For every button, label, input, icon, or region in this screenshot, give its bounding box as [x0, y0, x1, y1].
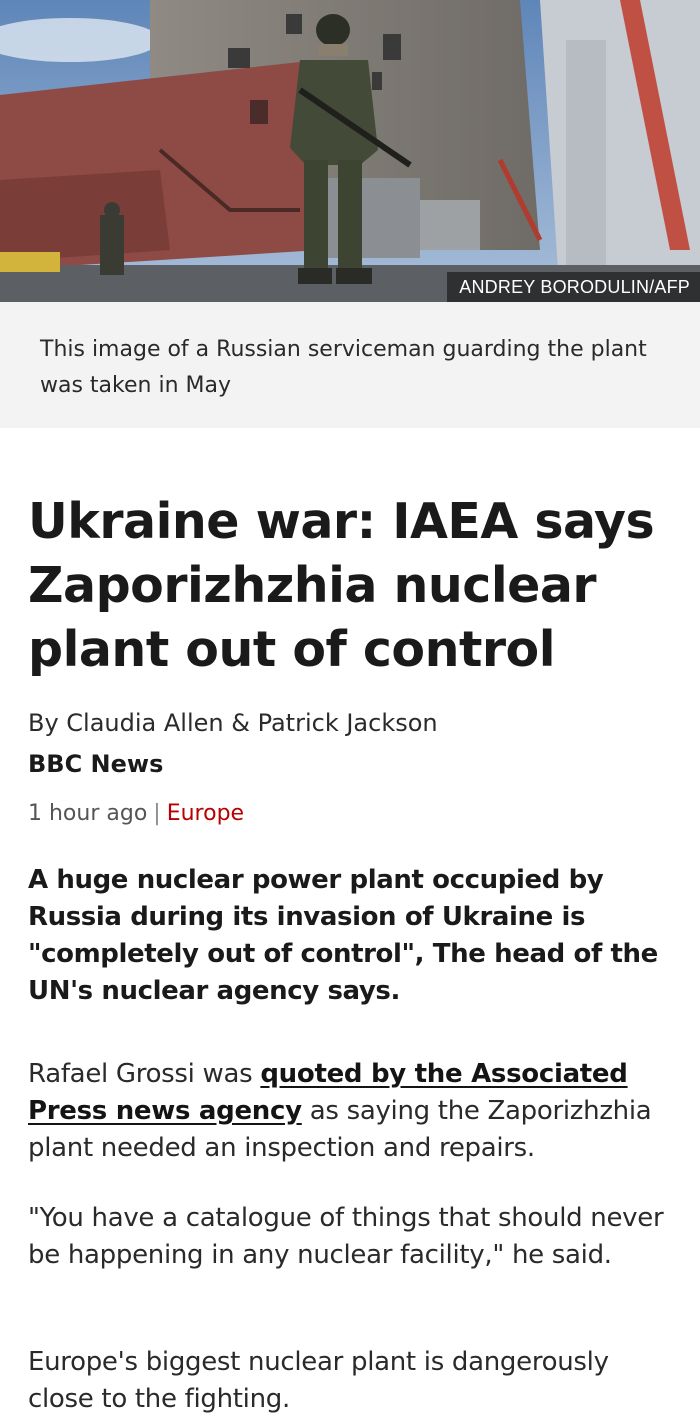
meta-separator: | [153, 801, 161, 826]
photo-caption: This image of a Russian serviceman guard… [40, 337, 647, 398]
hero-photo: ANDREY BORODULIN/AFP [0, 0, 700, 302]
timestamp: 1 hour ago [28, 801, 148, 826]
photo-credit: ANDREY BORODULIN/AFP [447, 272, 700, 302]
outlet-name: BBC News [28, 750, 164, 778]
paragraph-3: Europe's biggest nuclear plant is danger… [28, 1347, 609, 1414]
photo-caption-box: This image of a Russian serviceman guard… [0, 302, 700, 428]
paragraph-1-text-start: Rafael Grossi was [28, 1059, 261, 1089]
topic-link-europe[interactable]: Europe [167, 801, 244, 826]
article-headline: Ukraine war: IAEA says Zaporizhzhia nucl… [28, 493, 655, 678]
paragraph-1: Rafael Grossi was quoted by the Associat… [28, 1056, 678, 1167]
byline: By Claudia Allen & Patrick Jackson [28, 709, 438, 737]
hero-illustration [0, 0, 700, 302]
article-meta: 1 hour ago | Europe [28, 797, 244, 831]
article-intro: A huge nuclear power plant occupied by R… [28, 865, 658, 1006]
paragraph-2: "You have a catalogue of things that sho… [28, 1203, 664, 1270]
